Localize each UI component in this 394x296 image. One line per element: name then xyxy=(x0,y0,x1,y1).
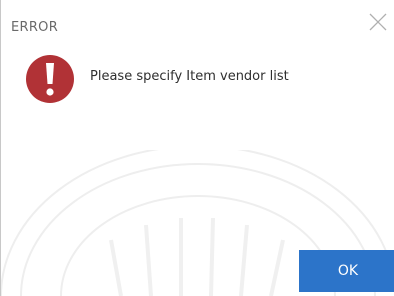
error-message: Please specify Item vendor list xyxy=(90,69,289,84)
dialog-title: ERROR xyxy=(11,20,59,35)
close-icon xyxy=(369,13,387,31)
error-dialog: ERROR Please specify Item vendor list OK xyxy=(0,0,394,296)
ok-button[interactable]: OK xyxy=(299,250,394,292)
close-button[interactable] xyxy=(366,10,394,38)
error-exclamation-icon xyxy=(26,55,74,103)
